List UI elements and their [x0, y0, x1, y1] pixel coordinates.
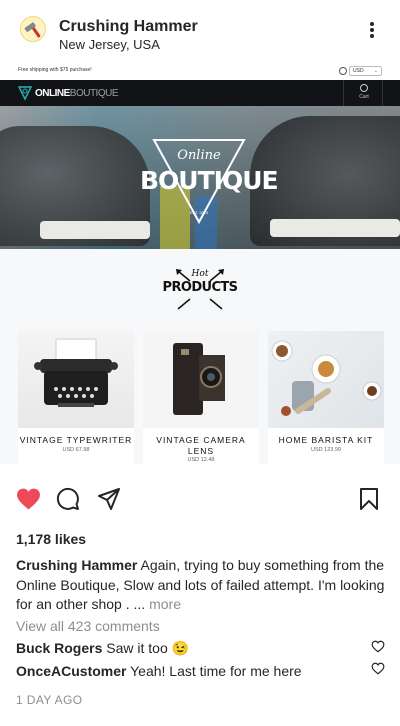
hero-shoe-sole: [270, 219, 400, 237]
currency-select: USD ⌄: [349, 66, 382, 76]
cart-label: Cart: [359, 94, 369, 100]
site-logo: ONLINEBOUTIQUE: [35, 88, 119, 99]
logo-mark-icon: [18, 86, 32, 101]
comment-item: Buck Rogers Saw it too 😉: [16, 640, 189, 657]
site-navbar: ONLINEBOUTIQUE Cart: [0, 80, 400, 106]
heart-icon[interactable]: [16, 487, 41, 511]
hero-script: Online: [177, 148, 221, 163]
product-photo-barista: [268, 331, 384, 428]
product-name: VINTAGE TYPEWRITER: [19, 435, 133, 445]
comment-username[interactable]: Buck Rogers: [16, 640, 102, 656]
currency-value: USD: [353, 68, 364, 74]
caption-more-link[interactable]: more: [149, 596, 181, 612]
comment-like-heart-icon[interactable]: [371, 662, 385, 675]
logo-boutique: BOUTIQUE: [69, 88, 119, 99]
hero-shoe-sole: [40, 221, 150, 239]
likes-count[interactable]: 1,178 likes: [16, 531, 86, 547]
hammer-icon: [24, 22, 41, 38]
comment-text: Yeah! Last time for me here: [126, 663, 302, 679]
site-topbar: Free shipping with $75 purchase! USD ⌄: [0, 62, 400, 80]
product-name: VINTAGE CAMERA LENS: [156, 435, 246, 456]
comment-icon[interactable]: [56, 487, 80, 511]
cart-icon: [360, 84, 368, 92]
globe-icon: [339, 67, 347, 75]
logo-online: ONLINE: [35, 88, 70, 99]
comment-username[interactable]: OnceACustomer: [16, 663, 126, 679]
comment-text: Saw it too 😉: [102, 640, 190, 656]
send-icon[interactable]: [97, 487, 121, 511]
product-photo-camera: [143, 331, 259, 428]
post-location[interactable]: New Jersey, USA: [59, 37, 160, 52]
comment-like-heart-icon[interactable]: [371, 640, 385, 653]
cart-button: Cart: [343, 80, 383, 106]
product-photo-typewriter: [18, 331, 134, 428]
product-price: USD 12.48: [187, 457, 215, 463]
more-vertical-icon[interactable]: [364, 18, 380, 42]
product-card: VINTAGE CAMERA LENS USD 12.48: [143, 331, 259, 464]
account-name[interactable]: Crushing Hammer: [59, 18, 198, 36]
product-card: HOME BARISTA KIT USD 123.99: [268, 331, 384, 464]
product-name: HOME BARISTA KIT: [278, 435, 374, 445]
view-all-comments-link[interactable]: View all 423 comments: [16, 618, 160, 634]
avatar[interactable]: [20, 16, 46, 42]
product-price: USD 123.99: [311, 447, 341, 453]
section-script: Hot: [191, 269, 209, 279]
caption-username[interactable]: Crushing Hammer: [16, 557, 137, 573]
shipping-note: Free shipping with $75 purchase!: [18, 67, 92, 73]
post-header: Crushing Hammer New Jersey, USA: [0, 0, 400, 62]
chevron-down-icon: ⌄: [373, 68, 378, 74]
bookmark-icon[interactable]: [359, 487, 379, 511]
caption: Crushing Hammer Again, trying to buy som…: [16, 556, 386, 615]
post-timestamp: 1 DAY AGO: [16, 693, 83, 707]
product-price: USD 67.98: [62, 447, 90, 453]
section-title: PRODUCTS: [162, 280, 239, 295]
product-card: VINTAGE TYPEWRITER USD 67.98: [18, 331, 134, 464]
hero-title: BOUTIQUE: [140, 166, 279, 195]
post-image[interactable]: Free shipping with $75 purchase! USD ⌄ O…: [0, 62, 400, 464]
comment-item: OnceACustomer Yeah! Last time for me her…: [16, 663, 302, 679]
hero-banner: Online BOUTIQUE EST. 2019: [0, 106, 400, 249]
hero-est: EST. 2019: [189, 210, 209, 215]
